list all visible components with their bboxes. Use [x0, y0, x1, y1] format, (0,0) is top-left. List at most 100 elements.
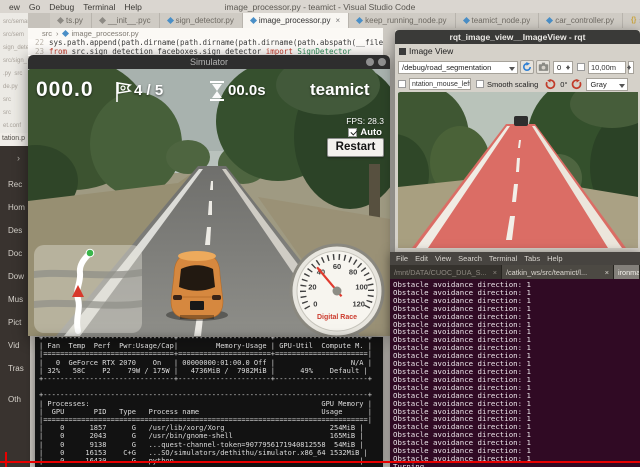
python-file-icon — [167, 17, 174, 24]
menu-edit[interactable]: Edit — [415, 254, 428, 263]
save-image-button[interactable] — [536, 60, 550, 74]
chevron-right-icon: › — [56, 29, 59, 38]
menu-view[interactable]: ew — [9, 2, 20, 12]
menu-help[interactable]: Help — [124, 2, 141, 12]
tab-ts-py[interactable]: ts.py — [50, 13, 92, 28]
tab-keep-running-node[interactable]: keep_running_node.py — [349, 13, 455, 28]
hud-timer: 00.0s — [228, 82, 266, 99]
tab-sign-detector[interactable]: sign_detector.py — [160, 13, 243, 28]
python-file-icon — [99, 17, 106, 24]
max-range-field[interactable]: 10,00m — [588, 61, 626, 74]
clipped-spinbox[interactable] — [628, 61, 634, 74]
zoom-spinbox[interactable]: 0 — [553, 61, 573, 74]
obstacle-log: Obstacle avoidance direction: 1 Obstacle… — [390, 279, 640, 467]
svg-text:0: 0 — [313, 300, 317, 309]
refresh-icon — [522, 62, 532, 72]
breadcrumb-folder[interactable]: src — [42, 29, 52, 38]
speedometer-gauge: 0 20 40 60 80 100 120 Digital Race — [291, 245, 383, 336]
python-file-icon — [57, 17, 64, 24]
terminal-tab-2[interactable]: /catkin_ws/src/teamict/l... × — [502, 265, 614, 279]
menu-debug[interactable]: Debug — [49, 2, 74, 12]
sidebar-item-documents[interactable]: Doc — [8, 249, 25, 259]
python-file-icon — [61, 30, 68, 37]
close-tab-icon[interactable]: × — [605, 268, 609, 277]
sidebar-item-pictures[interactable]: Pict — [8, 318, 25, 328]
driving-scene: 0 20 40 60 80 100 120 Digital Race — [28, 69, 390, 336]
camera-icon — [538, 62, 549, 72]
restart-button[interactable]: Restart — [327, 138, 384, 157]
breadcrumb-file[interactable]: image_processor.py — [72, 29, 139, 38]
code-editor[interactable]: 22 sys.path.append(path.dirname(path.dir… — [28, 39, 383, 56]
sidebar-item-desktop[interactable]: Des — [8, 226, 25, 236]
terminal-output[interactable]: Obstacle avoidance direction: 1 Obstacle… — [390, 279, 640, 467]
nvidia-smi-output: +-------------------------------+-------… — [35, 337, 383, 465]
sidebar-item-music[interactable]: Mus — [8, 295, 25, 305]
menu-go[interactable]: Go — [29, 2, 40, 12]
code-line: 22 sys.path.append(path.dirname(path.dir… — [28, 39, 383, 48]
close-button[interactable] — [378, 58, 386, 66]
simulator-titlebar[interactable]: Simulator — [28, 55, 390, 69]
auto-label: Auto — [360, 127, 382, 138]
hud-waypoint-count: 4 / 5 — [134, 82, 163, 99]
sidebar-item-recent[interactable]: Rec — [8, 180, 25, 190]
hud-team-name: teamict — [310, 80, 370, 100]
recording-border-line — [0, 461, 640, 463]
publish-click-checkbox[interactable] — [398, 80, 406, 88]
recording-border-stub — [5, 452, 7, 467]
tab-car-controller[interactable]: car_controller.py — [539, 13, 623, 28]
menu-file[interactable]: File — [396, 254, 408, 263]
sidebar-item-home[interactable]: Hom — [8, 203, 25, 213]
rqt-titlebar[interactable]: rqt_image_view__ImageView - rqt — [395, 30, 640, 44]
tab-init-pyc[interactable]: __init__.pyc — [92, 13, 160, 28]
rotation-value: 0° — [560, 80, 567, 89]
refresh-topics-button[interactable] — [520, 60, 534, 74]
minimize-button[interactable] — [366, 58, 374, 66]
sidebar-item-trash[interactable]: Tras — [8, 364, 25, 374]
tab-teamict-node[interactable]: teamict_node.py — [456, 13, 540, 28]
sidebar-item-other[interactable]: Oth — [8, 395, 25, 405]
segmentation-image — [398, 92, 638, 248]
smooth-scaling-label: Smooth scaling — [487, 80, 538, 89]
minimap — [34, 245, 142, 333]
sidebar-item-videos[interactable]: Vid — [8, 341, 25, 351]
menu-terminal[interactable]: Terminal — [489, 254, 517, 263]
close-tab-icon[interactable]: × — [335, 16, 340, 25]
sidebar-item-downloads[interactable]: Dow — [8, 272, 25, 282]
menu-help[interactable]: Help — [547, 254, 562, 263]
simulator-window: Simulator — [28, 55, 390, 336]
tab-semantic-seg-conf[interactable]: {}semantic_seg_ENet.conf.js — [623, 13, 640, 28]
background-file-tab: tation.p — [0, 133, 28, 146]
json-file-icon: {} — [631, 17, 636, 24]
gpu-terminal[interactable]: +-------------------------------+-------… — [35, 337, 383, 467]
dynamic-range-checkbox[interactable] — [577, 63, 585, 71]
menu-search[interactable]: Search — [458, 254, 482, 263]
breadcrumb[interactable]: src › image_processor.py — [28, 28, 383, 39]
menu-view[interactable]: View — [435, 254, 451, 263]
terminal-menubar: File Edit View Search Terminal Tabs Help — [390, 252, 640, 265]
chevron-down-icon — [619, 84, 625, 88]
auto-checkbox[interactable] — [348, 128, 357, 137]
colormap-select[interactable]: Gray — [586, 78, 628, 91]
log-terminal-window: File Edit View Search Terminal Tabs Help… — [390, 252, 640, 467]
smooth-scaling-checkbox[interactable] — [476, 80, 484, 88]
places-sidebar: › Rec Hom Des Doc Dow Mus Pict Vid Tras … — [0, 146, 30, 467]
terminal-tab-3[interactable]: ironman — [614, 265, 640, 279]
rotate-left-icon — [545, 79, 556, 90]
menu-terminal[interactable]: Terminal — [83, 2, 115, 12]
topic-select[interactable]: /debug/road_segmentation — [398, 61, 518, 74]
close-tab-icon[interactable]: × — [493, 268, 497, 277]
simulator-scene: 0 20 40 60 80 100 120 Digital Race 0 00.0… — [28, 69, 390, 336]
goal-marker — [86, 249, 94, 257]
tab-image-processor[interactable]: image_processor.py× — [243, 13, 349, 28]
chevron-icon: › — [17, 153, 20, 163]
image-view-icon — [399, 48, 406, 55]
mouse-click-topic-field[interactable]: ntation_mouse_left — [409, 78, 471, 90]
rqt-window: rqt_image_view__ImageView - rqt Image Vi… — [395, 30, 640, 252]
rotate-right-icon — [571, 79, 582, 90]
rotate-left-button[interactable] — [543, 77, 557, 91]
vscode-menubar: ew Go Debug Terminal Help image_processo… — [0, 0, 640, 13]
image-view-header: Image View — [399, 46, 453, 56]
terminal-tab-1[interactable]: /mnt/DATA/CUOC_DUA_S... × — [390, 265, 502, 279]
rotate-right-button[interactable] — [569, 77, 583, 91]
menu-tabs[interactable]: Tabs — [524, 254, 540, 263]
